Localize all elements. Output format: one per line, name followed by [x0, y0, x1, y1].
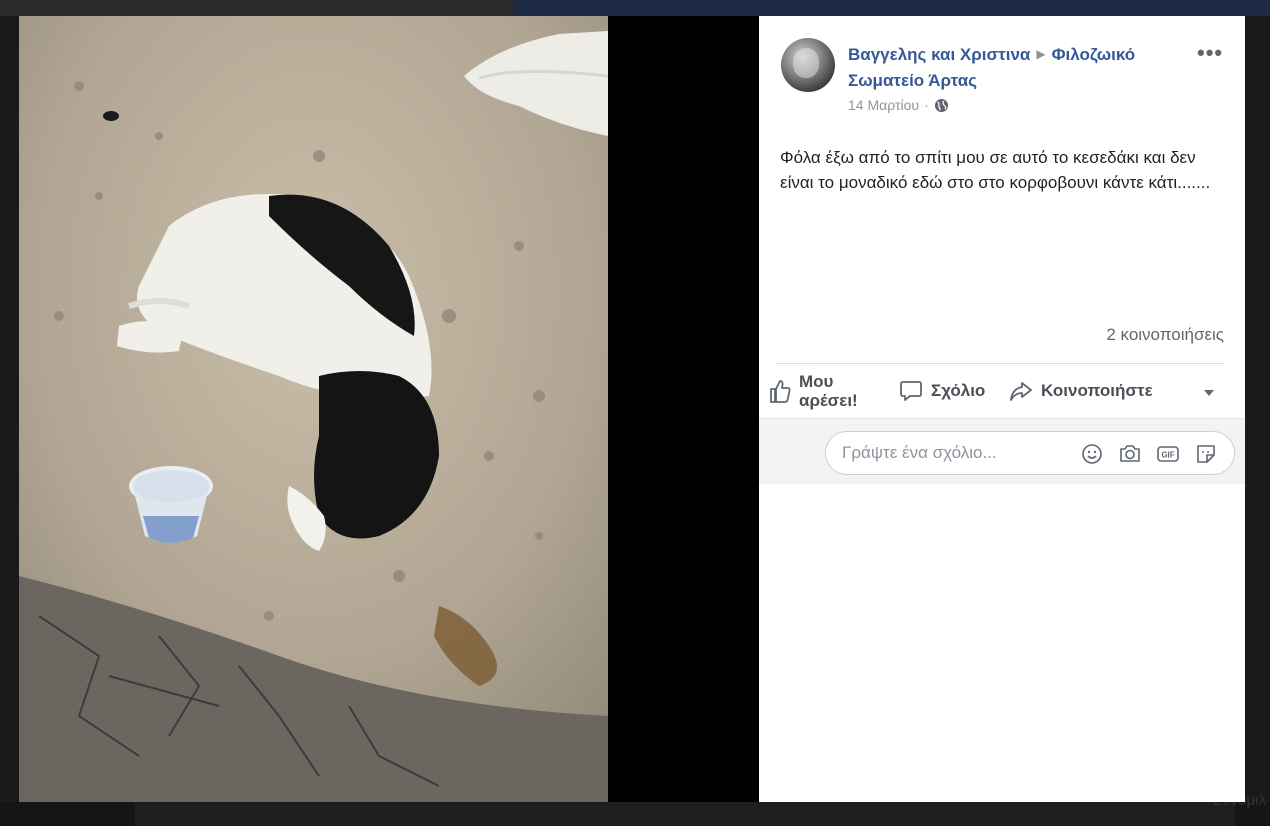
- like-label: Μου αρέσει!: [799, 372, 858, 410]
- thumbs-up-icon: [770, 380, 791, 403]
- comment-label: Σχόλιο: [931, 381, 986, 400]
- globe-icon[interactable]: [934, 98, 949, 113]
- camera-icon[interactable]: [1118, 442, 1142, 466]
- comment-input[interactable]: [842, 432, 1072, 474]
- comment-box: GIF: [825, 431, 1235, 475]
- like-button[interactable]: Μου αρέσει!: [769, 368, 879, 414]
- post-body: Φόλα έξω από το σπίτι μου σε αυτό το κεσ…: [780, 148, 1211, 192]
- post-meta: 14 Μαρτίου ·: [848, 97, 949, 113]
- share-label: Κοινοποιήστε: [1041, 381, 1153, 400]
- gif-icon[interactable]: GIF: [1156, 442, 1180, 466]
- post-photo[interactable]: [19, 16, 608, 802]
- speech-bubble-icon: [900, 381, 922, 401]
- more-options-button[interactable]: •••: [1197, 40, 1223, 66]
- share-button[interactable]: Κοινοποιήστε: [1009, 368, 1153, 414]
- share-arrow-icon: [1010, 382, 1032, 401]
- comment-area: GIF: [759, 418, 1245, 484]
- post-actions: Μου αρέσει! Σχόλιο Κοινοποιήστε: [769, 368, 1239, 416]
- actions-divider: [776, 363, 1224, 364]
- svg-text:GIF: GIF: [1161, 451, 1174, 460]
- emoji-icon[interactable]: [1080, 442, 1104, 466]
- meta-separator: ·: [924, 97, 929, 113]
- chevron-down-icon[interactable]: [1199, 382, 1219, 402]
- comment-button[interactable]: Σχόλιο: [899, 368, 985, 414]
- author-name-link[interactable]: Βαγγελης και Χριστινα: [848, 45, 1030, 64]
- sticker-icon[interactable]: [1194, 442, 1218, 466]
- post-date-link[interactable]: 14 Μαρτίου: [848, 97, 919, 113]
- shares-count-link[interactable]: 2 κοινοποιήσεις: [1106, 325, 1224, 345]
- post-panel: Βαγγελης και Χριστινα ▶ Φιλοζωικό Σωματείο…: [759, 16, 1245, 802]
- photo-stage[interactable]: [19, 16, 759, 802]
- author-avatar[interactable]: [781, 38, 835, 92]
- background-topbar: [0, 0, 1270, 16]
- background-bottom: [0, 802, 1270, 826]
- post-header: Βαγγελης και Χριστινα ▶ Φιλοζωικό Σωματείο…: [848, 41, 1188, 94]
- triangle-right-icon: ▶: [1036, 47, 1046, 61]
